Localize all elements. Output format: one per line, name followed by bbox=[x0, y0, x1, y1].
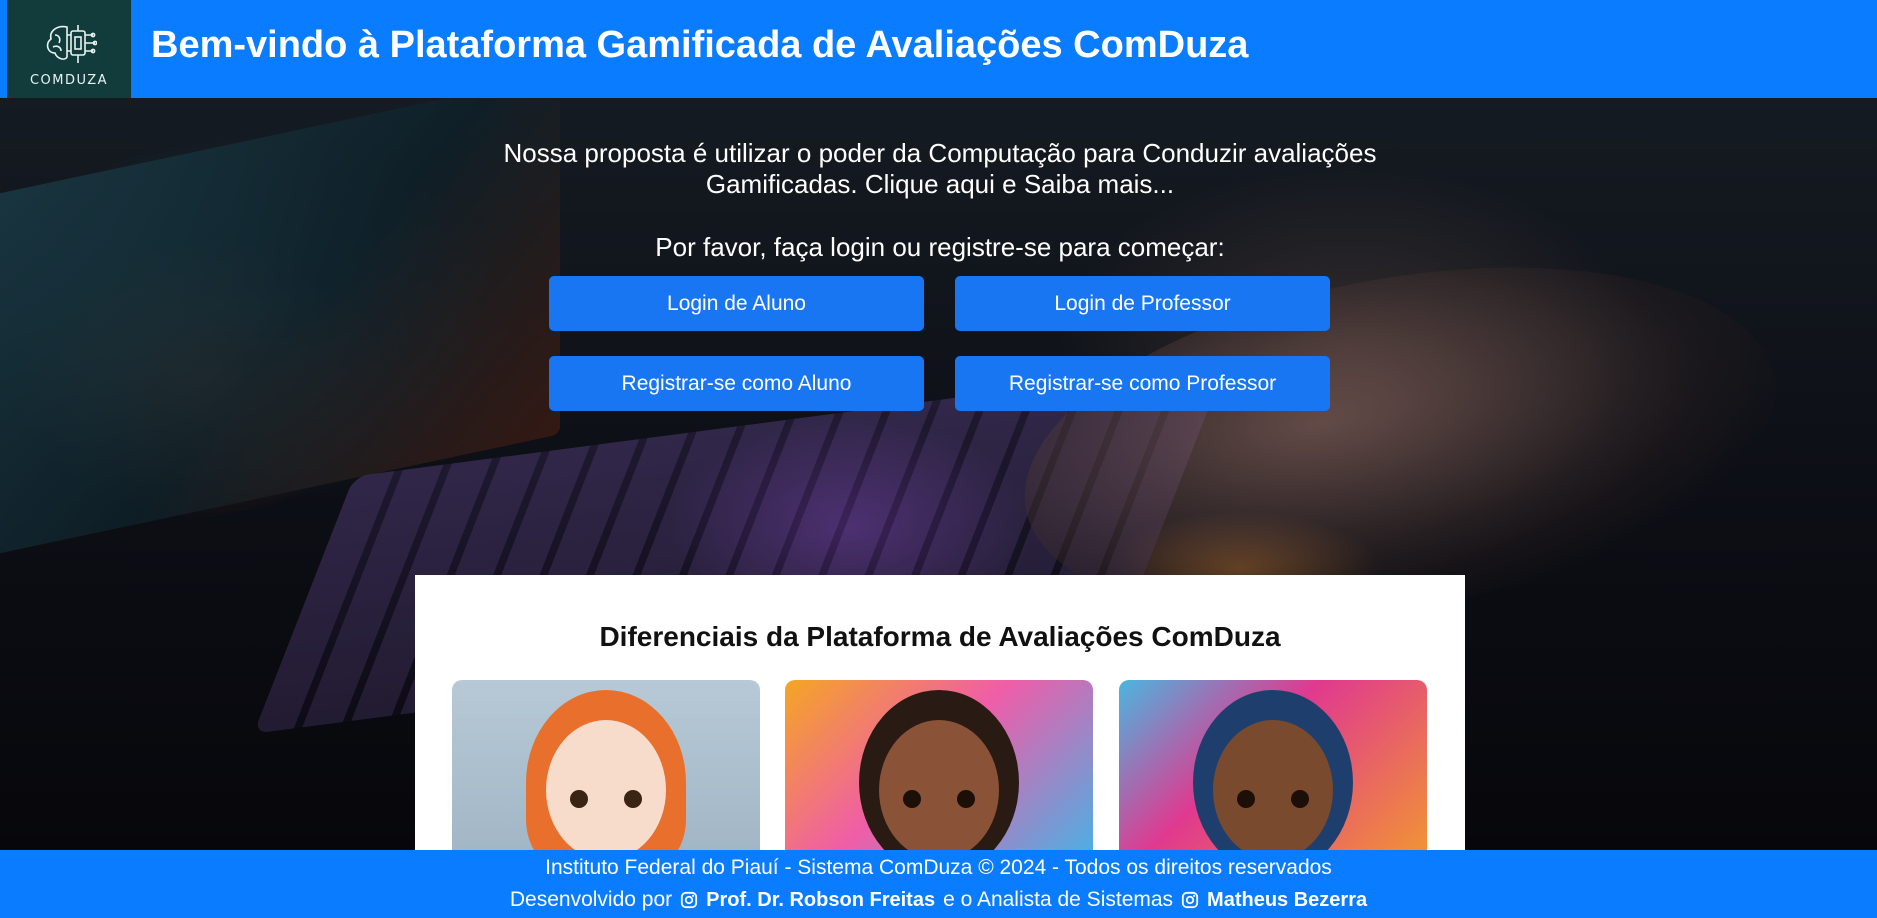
page-title: Bem-vindo à Plataforma Gamificada de Ava… bbox=[151, 24, 1249, 66]
features-panel: Diferenciais da Plataforma de Avaliações… bbox=[415, 575, 1465, 850]
logo[interactable]: COMDUZA bbox=[7, 0, 131, 108]
copyright-text: Instituto Federal do Piauí - Sistema Com… bbox=[545, 856, 1332, 879]
instagram-icon[interactable] bbox=[1181, 891, 1199, 909]
avatar-face bbox=[879, 720, 999, 850]
developed-by-label: Desenvolvido por bbox=[509, 888, 673, 911]
author-matheus-link[interactable]: Matheus Bezerra bbox=[1207, 889, 1367, 912]
avatar-face bbox=[546, 720, 666, 850]
instagram-icon[interactable] bbox=[680, 891, 698, 909]
feature-card[interactable] bbox=[452, 680, 760, 850]
features-title: Diferenciais da Plataforma de Avaliações… bbox=[599, 621, 1281, 652]
avatar-face bbox=[1213, 720, 1333, 850]
brain-chip-icon bbox=[46, 24, 97, 63]
hero-section: Nossa proposta é utilizar o poder da Com… bbox=[0, 98, 1877, 850]
intro-link-text[interactable]: Nossa proposta é utilizar o poder da Com… bbox=[440, 138, 1440, 200]
feature-card[interactable] bbox=[785, 680, 1093, 850]
feature-card[interactable] bbox=[1119, 680, 1427, 850]
login-professor-button[interactable]: Login de Professor bbox=[955, 276, 1330, 331]
footer: Instituto Federal do Piauí - Sistema Com… bbox=[0, 850, 1877, 918]
login-prompt: Por favor, faça login ou registre-se par… bbox=[655, 232, 1225, 262]
login-aluno-button[interactable]: Login de Aluno bbox=[549, 276, 924, 331]
header: COMDUZA Bem-vindo à Plataforma Gamificad… bbox=[0, 0, 1877, 115]
logo-text: COMDUZA bbox=[29, 72, 109, 88]
register-professor-button[interactable]: Registrar-se como Professor bbox=[955, 356, 1330, 411]
register-aluno-button[interactable]: Registrar-se como Aluno bbox=[549, 356, 924, 411]
credits: Desenvolvido por Prof. Dr. Robson Freita… bbox=[0, 888, 1877, 912]
author-robson-link[interactable]: Prof. Dr. Robson Freitas bbox=[706, 889, 935, 912]
connector-text: e o Analista de Sistemas bbox=[943, 888, 1174, 911]
